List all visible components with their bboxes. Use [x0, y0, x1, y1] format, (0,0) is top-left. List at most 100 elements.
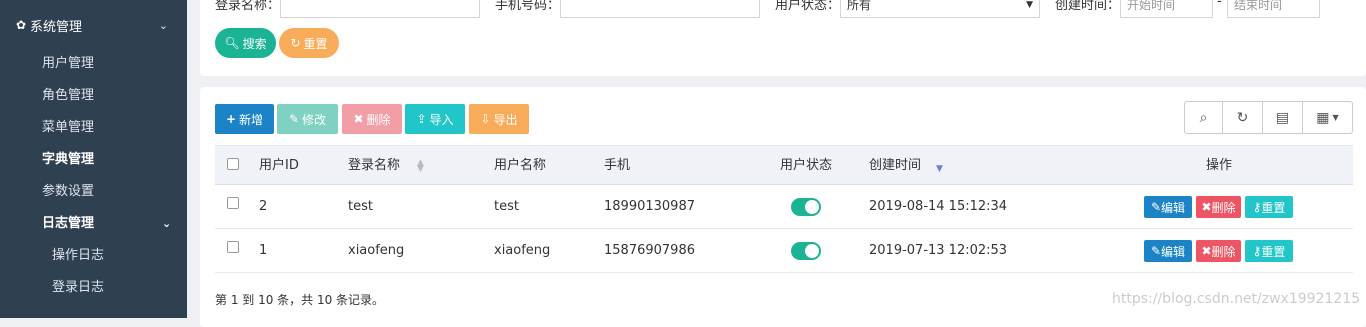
- caret-down-icon: ▼: [1332, 113, 1339, 122]
- date-range-dash: -: [1217, 0, 1222, 9]
- header-user-id[interactable]: 用户ID: [259, 146, 299, 186]
- table-row[interactable]: 1 xiaofeng xiaofeng 15876907986 2019-07-…: [215, 229, 1353, 273]
- sidebar-item-oper-log[interactable]: 操作日志: [52, 246, 104, 266]
- row-reset-label: 重置: [1261, 200, 1286, 215]
- grid-icon: ▦: [1316, 109, 1330, 126]
- status-toggle[interactable]: [791, 242, 821, 260]
- delete-button[interactable]: ✖ 删除: [342, 104, 402, 134]
- columns-button[interactable]: ▦ ▼: [1302, 101, 1353, 134]
- table-header: 用户ID 登录名称 ▲ ▼ 用户名称 手机 用户状态 创建时间 ▼ 操作: [215, 145, 1353, 185]
- cell-user-id: 2: [259, 199, 268, 214]
- sidebar-item-params[interactable]: 参数设置: [42, 182, 94, 202]
- card-view-button[interactable]: ▤: [1262, 101, 1303, 134]
- sidebar: ✿ 系统管理 ⌄ 用户管理 角色管理 菜单管理 字典管理 参数设置 日志管理 ⌄…: [0, 0, 187, 318]
- sidebar-item-menus[interactable]: 菜单管理: [42, 118, 94, 138]
- sort-desc-icon: ▼: [936, 164, 943, 174]
- search-icon: 🔍︎: [224, 36, 240, 50]
- close-icon: ✖: [353, 112, 364, 126]
- export-button-label: 导出: [493, 112, 518, 127]
- search-button[interactable]: 🔍︎ 搜索: [215, 28, 276, 58]
- header-phone[interactable]: 手机: [604, 146, 630, 186]
- close-icon: ✖: [1201, 200, 1212, 214]
- sidebar-item-login-log[interactable]: 登录日志: [52, 278, 104, 298]
- sidebar-item-logs-label: 日志管理: [42, 216, 95, 231]
- start-time-placeholder: 开始时间: [1127, 0, 1176, 12]
- upload-icon: ⇪: [416, 112, 427, 126]
- pagination-info: 第 1 到 10 条，共 10 条记录。: [215, 293, 385, 307]
- row-checkbox[interactable]: [227, 197, 239, 209]
- sidebar-item-logs[interactable]: 日志管理 ⌄: [42, 214, 177, 234]
- phone-input[interactable]: [560, 0, 760, 18]
- row-delete-label: 删除: [1211, 200, 1236, 215]
- select-all-checkbox[interactable]: [227, 158, 239, 170]
- cell-phone: 18990130987: [604, 199, 695, 214]
- row-reset-button[interactable]: ⚷ 重置: [1245, 240, 1293, 262]
- sort-icon: ▲ ▼: [417, 158, 424, 174]
- header-status[interactable]: 用户状态: [780, 146, 832, 186]
- cell-created: 2019-08-14 15:12:34: [869, 199, 1008, 214]
- edit-icon: ✎: [288, 112, 300, 126]
- row-checkbox[interactable]: [227, 241, 239, 253]
- row-edit-label: 编辑: [1161, 244, 1186, 259]
- login-name-label: 登录名称：: [215, 0, 281, 13]
- header-created[interactable]: 创建时间: [869, 146, 921, 186]
- status-toggle[interactable]: [791, 198, 821, 216]
- edit-icon: ✎: [1150, 200, 1162, 214]
- refresh-button[interactable]: ↻: [1222, 101, 1263, 134]
- login-name-input[interactable]: [280, 0, 480, 18]
- import-button-label: 导入: [429, 112, 454, 127]
- sidebar-item-users[interactable]: 用户管理: [42, 54, 94, 74]
- row-delete-button[interactable]: ✖ 删除: [1196, 240, 1241, 262]
- cell-user-id: 1: [259, 243, 268, 258]
- row-delete-label: 删除: [1211, 244, 1236, 259]
- gear-icon: ✿: [15, 18, 27, 32]
- cell-phone: 15876907986: [604, 243, 695, 258]
- end-time-input[interactable]: 结束时间: [1227, 0, 1320, 18]
- chevron-down-icon: ⌄: [162, 217, 172, 230]
- row-edit-label: 编辑: [1161, 200, 1186, 215]
- watermark: https://blog.csdn.net/zwx19921215: [1112, 291, 1361, 307]
- header-login-name[interactable]: 登录名称: [348, 146, 400, 186]
- list-icon: ▤: [1275, 109, 1290, 126]
- export-button[interactable]: ⇩ 导出: [469, 104, 529, 134]
- table-row[interactable]: 2 test test 18990130987 2019-08-14 15:12…: [215, 185, 1353, 229]
- end-time-placeholder: 结束时间: [1234, 0, 1283, 12]
- row-reset-label: 重置: [1261, 244, 1286, 259]
- start-time-input[interactable]: 开始时间: [1120, 0, 1213, 18]
- edit-icon: ✎: [1150, 244, 1162, 258]
- row-reset-button[interactable]: ⚷ 重置: [1245, 196, 1293, 218]
- key-icon: ⚷: [1252, 244, 1262, 258]
- cell-login-name: test: [348, 199, 373, 214]
- download-icon: ⇩: [480, 112, 491, 126]
- sidebar-group-system[interactable]: ✿ 系统管理 ⌄: [14, 15, 174, 35]
- add-button[interactable]: + 新增: [215, 104, 274, 134]
- status-select[interactable]: 所有 ▼: [840, 0, 1040, 18]
- reset-button[interactable]: ↻ 重置: [279, 28, 339, 58]
- caret-down-icon: ▼: [1026, 0, 1033, 10]
- sidebar-group-label: 系统管理: [30, 19, 83, 35]
- reset-button-label: 重置: [303, 36, 328, 51]
- cell-user-name: test: [494, 199, 519, 214]
- plus-icon: +: [225, 112, 237, 126]
- header-actions: 操作: [1206, 158, 1233, 173]
- cell-created: 2019-07-13 12:02:53: [869, 243, 1008, 258]
- sidebar-item-dict[interactable]: 字典管理: [42, 150, 94, 170]
- row-edit-button[interactable]: ✎ 编辑: [1144, 240, 1192, 262]
- search-button-label: 搜索: [242, 36, 267, 51]
- cell-login-name: xiaofeng: [348, 243, 405, 258]
- header-user-name[interactable]: 用户名称: [494, 146, 546, 186]
- delete-button-label: 删除: [366, 112, 391, 127]
- cell-user-name: xiaofeng: [494, 243, 551, 258]
- refresh-icon: ↻: [1236, 109, 1249, 126]
- row-delete-button[interactable]: ✖ 删除: [1196, 196, 1241, 218]
- edit-button-label: 修改: [302, 112, 327, 127]
- add-button-label: 新增: [239, 112, 264, 127]
- chevron-down-icon: ⌄: [158, 18, 168, 32]
- created-time-label: 创建时间：: [1055, 0, 1121, 13]
- search-toggle-button[interactable]: ⌕: [1184, 101, 1223, 134]
- phone-label: 手机号码：: [495, 0, 561, 13]
- row-edit-button[interactable]: ✎ 编辑: [1144, 196, 1192, 218]
- sidebar-item-roles[interactable]: 角色管理: [42, 86, 94, 106]
- edit-button[interactable]: ✎ 修改: [277, 104, 338, 134]
- import-button[interactable]: ⇪ 导入: [405, 104, 465, 134]
